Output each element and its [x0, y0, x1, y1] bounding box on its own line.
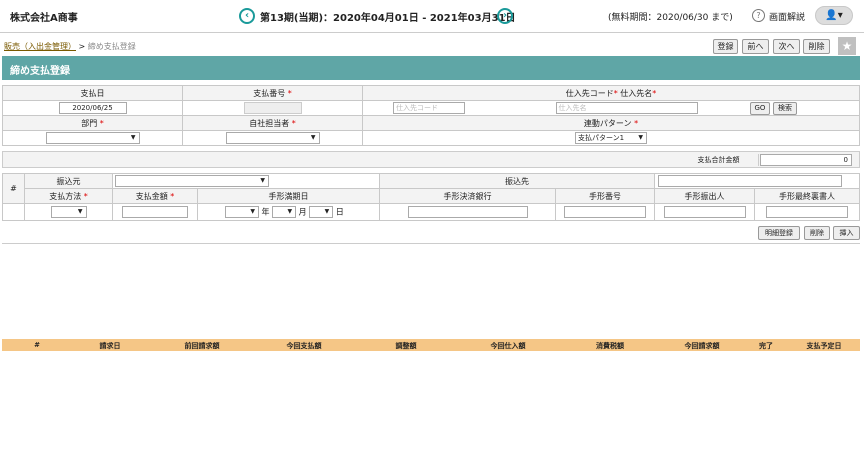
page-title: 締め支払登録 [2, 56, 860, 80]
list-col-no: # [34, 341, 40, 349]
star-icon[interactable]: ★ [838, 37, 856, 55]
transfer-from-label: 振込元 [24, 173, 113, 189]
day-label: 日 [335, 207, 344, 217]
list-col-prev-bill: 前回請求額 [184, 342, 220, 350]
search-button[interactable]: 検索 [772, 101, 797, 115]
chevron-down-icon: ▼ [130, 134, 136, 141]
list-header: # 請求日 前回請求額 今回支払額 調整額 今回仕入額 消費税額 今回請求額 完… [2, 339, 860, 351]
list-col-done: 完了 [759, 342, 773, 350]
supplier-code-input[interactable]: 仕入先コード [393, 102, 465, 114]
header-form: 支払日 支払番号 * 仕入先コード* 仕入先名* 2020/06/25 仕入先コ… [2, 85, 860, 146]
user-menu-button[interactable]: 👤▾ [815, 6, 853, 25]
pay-no-field [243, 102, 302, 114]
detail-form: # 振込元 ▼ 振込先 支払方法 * 支払金額 * 手形満期日 手形決済銀行 手… [2, 173, 860, 221]
help-link[interactable]: 画面解説 [769, 10, 805, 23]
total-value: 0 [760, 154, 852, 166]
due-year-select[interactable]: ▼ [225, 206, 259, 218]
supplier-name-input[interactable]: 仕入先名 [555, 102, 698, 114]
company-name: 株式会社A商事 [10, 13, 78, 24]
bill-no-input[interactable] [564, 206, 646, 218]
transfer-to-input[interactable] [658, 175, 842, 187]
chevron-left-icon[interactable]: ‹ [239, 8, 255, 24]
bill-bank-label: 手形決済銀行 [379, 188, 556, 204]
link-pattern-label: 連動パターン * [362, 115, 860, 131]
user-icon: 👤▾ [825, 10, 843, 21]
chevron-down-icon: ▼ [310, 134, 316, 141]
list-col-bill-date: 請求日 [99, 342, 121, 350]
supplier-label: 仕入先コード* 仕入先名* [362, 85, 860, 101]
bill-bank-input[interactable] [407, 206, 528, 218]
detail-delete-button[interactable]: 削除 [804, 226, 830, 240]
bill-no-label: 手形番号 [555, 188, 655, 204]
detail-no-header: # [2, 173, 25, 204]
due-month-select[interactable]: ▼ [272, 206, 297, 218]
due-day-select[interactable]: ▼ [309, 206, 334, 218]
bill-endorser-label: 手形最終裏書人 [754, 188, 860, 204]
month-label: 月 [298, 207, 307, 217]
chevron-down-icon: ▼ [287, 208, 293, 215]
breadcrumb-current: 締め支払登録 [87, 42, 136, 51]
list-col-purchase: 今回仕入額 [490, 342, 526, 350]
chevron-down-icon: ▼ [250, 208, 255, 215]
next-button[interactable]: 次へ [773, 39, 800, 54]
staff-label: 自社担当者 * [182, 115, 363, 131]
list-col-payment: 今回支払額 [286, 342, 322, 350]
pay-no-label: 支払番号 * [182, 85, 363, 101]
bill-issuer-input[interactable] [663, 206, 746, 218]
list-col-adjust: 調整額 [395, 342, 417, 350]
go-button[interactable]: GO [749, 101, 771, 115]
chevron-right-icon[interactable]: › [497, 8, 513, 24]
total-label: 支払合計金額 [679, 154, 759, 166]
breadcrumb-parent[interactable]: 販売（入出金管理） [4, 42, 76, 51]
top-bar: 株式会社A商事 ‹ 第13期(当期)：2020年04月01日 - 2021年03… [0, 0, 864, 32]
detail-register-button[interactable]: 明細登録 [758, 226, 800, 240]
due-date-label: 手形満期日 [197, 188, 380, 204]
chevron-down-icon: ▼ [260, 177, 265, 184]
pay-method-label: 支払方法 * [24, 188, 113, 204]
staff-select[interactable]: ▼ [225, 132, 320, 144]
detail-insert-button[interactable]: 挿入 [833, 226, 860, 240]
list-col-bill-amount: 今回請求額 [684, 342, 720, 350]
pay-date-label: 支払日 [2, 85, 183, 101]
bill-issuer-label: 手形振出人 [654, 188, 755, 204]
total-bar: 支払合計金額 0 [2, 151, 860, 168]
link-pattern-select[interactable]: 支払パターン1 ▼ [575, 132, 647, 144]
trial-period: (無料期間：2020/06/30 まで) [608, 13, 733, 23]
dept-select[interactable]: ▼ [45, 132, 140, 144]
pay-amount-label: 支払金額 * [112, 188, 198, 204]
divider [2, 243, 860, 244]
transfer-from-select[interactable]: ▼ [115, 175, 269, 187]
register-button[interactable]: 登録 [713, 39, 738, 54]
prev-button[interactable]: 前へ [742, 39, 769, 54]
pay-method-select[interactable]: ▼ [50, 206, 87, 218]
year-label: 年 [261, 207, 270, 217]
bill-endorser-input[interactable] [766, 206, 848, 218]
chevron-down-icon: ▼ [638, 134, 643, 141]
breadcrumb-separator: > [78, 42, 86, 51]
help-icon[interactable]: ? [752, 9, 765, 22]
transfer-to-label: 振込先 [379, 173, 655, 189]
breadcrumb-row: 販売（入出金管理） > 締め支払登録 登録 前へ 次へ 削除 ★ [0, 32, 864, 56]
dept-label: 部門 * [2, 115, 183, 131]
chevron-down-icon: ▼ [77, 208, 83, 215]
list-col-tax: 消費税額 [596, 342, 624, 350]
breadcrumb: 販売（入出金管理） > 締め支払登録 [4, 41, 136, 52]
delete-button[interactable]: 削除 [803, 39, 830, 54]
fiscal-period: 第13期(当期)：2020年04月01日 - 2021年03月31日 [260, 13, 516, 24]
chevron-down-icon: ▼ [324, 208, 330, 215]
list-col-due-date: 支払予定日 [806, 342, 842, 350]
pay-date-field[interactable]: 2020/06/25 [58, 102, 127, 114]
pay-amount-input[interactable] [122, 206, 188, 218]
